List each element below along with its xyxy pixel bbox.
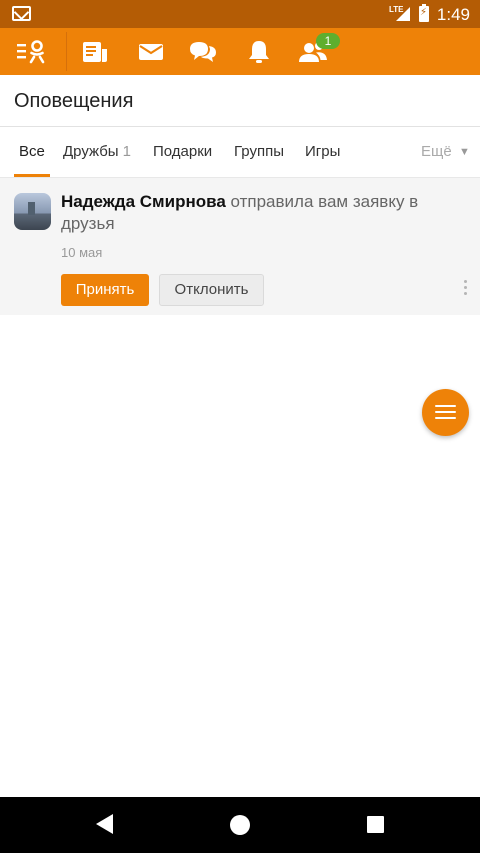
home-icon[interactable] — [230, 815, 250, 835]
notification-tabs: Все Дружбы 1 Подарки Группы Игры Ещё ▼ — [0, 126, 480, 178]
tab-more[interactable]: Ещё — [421, 143, 452, 160]
feed-icon[interactable] — [78, 28, 112, 75]
tab-friendships-count: 1 — [122, 143, 131, 160]
menu-icon-line — [435, 411, 456, 413]
notifications-icon[interactable] — [244, 28, 274, 75]
active-tab-indicator — [14, 174, 50, 177]
signal-icon — [396, 7, 410, 21]
page-header: Оповещения — [0, 75, 480, 127]
menu-fab-button[interactable] — [422, 389, 469, 436]
messages-icon[interactable] — [135, 28, 167, 75]
ok-menu-icon[interactable] — [12, 28, 52, 75]
tab-friendships-label: Дружбы — [63, 143, 119, 160]
status-bar: LTE 1:49 — [0, 0, 480, 28]
friends-count-badge: 1 — [316, 33, 340, 49]
discussions-icon[interactable] — [186, 28, 220, 75]
system-navigation-bar — [0, 797, 480, 853]
tab-friendships[interactable]: Дружбы 1 — [63, 143, 131, 160]
friend-request-notification: Надежда Смирнова отправила вам заявку в … — [0, 178, 480, 315]
recent-apps-icon[interactable] — [367, 816, 384, 833]
battery-charging-icon — [419, 4, 429, 22]
toolbar-divider — [66, 32, 67, 71]
back-icon[interactable] — [96, 814, 113, 834]
top-navigation-bar: 1 — [0, 28, 480, 75]
tab-gifts[interactable]: Подарки — [153, 143, 212, 160]
menu-icon-line — [435, 417, 456, 419]
accept-button[interactable]: Принять — [61, 274, 149, 306]
notification-text: Надежда Смирнова отправила вам заявку в … — [61, 191, 441, 235]
page-title: Оповещения — [14, 90, 134, 112]
avatar[interactable] — [14, 193, 51, 230]
tab-games[interactable]: Игры — [305, 143, 340, 160]
more-dropdown-icon[interactable]: ▼ — [459, 146, 470, 158]
more-options-icon[interactable] — [464, 280, 468, 298]
gmail-notification-icon — [12, 6, 31, 21]
menu-icon-line — [435, 405, 456, 407]
tab-all[interactable]: Все — [19, 143, 45, 160]
tab-groups[interactable]: Группы — [234, 143, 284, 160]
clock: 1:49 — [436, 5, 470, 24]
notification-date: 10 мая — [61, 245, 103, 260]
decline-button[interactable]: Отклонить — [159, 274, 264, 306]
sender-name[interactable]: Надежда Смирнова — [61, 192, 226, 211]
